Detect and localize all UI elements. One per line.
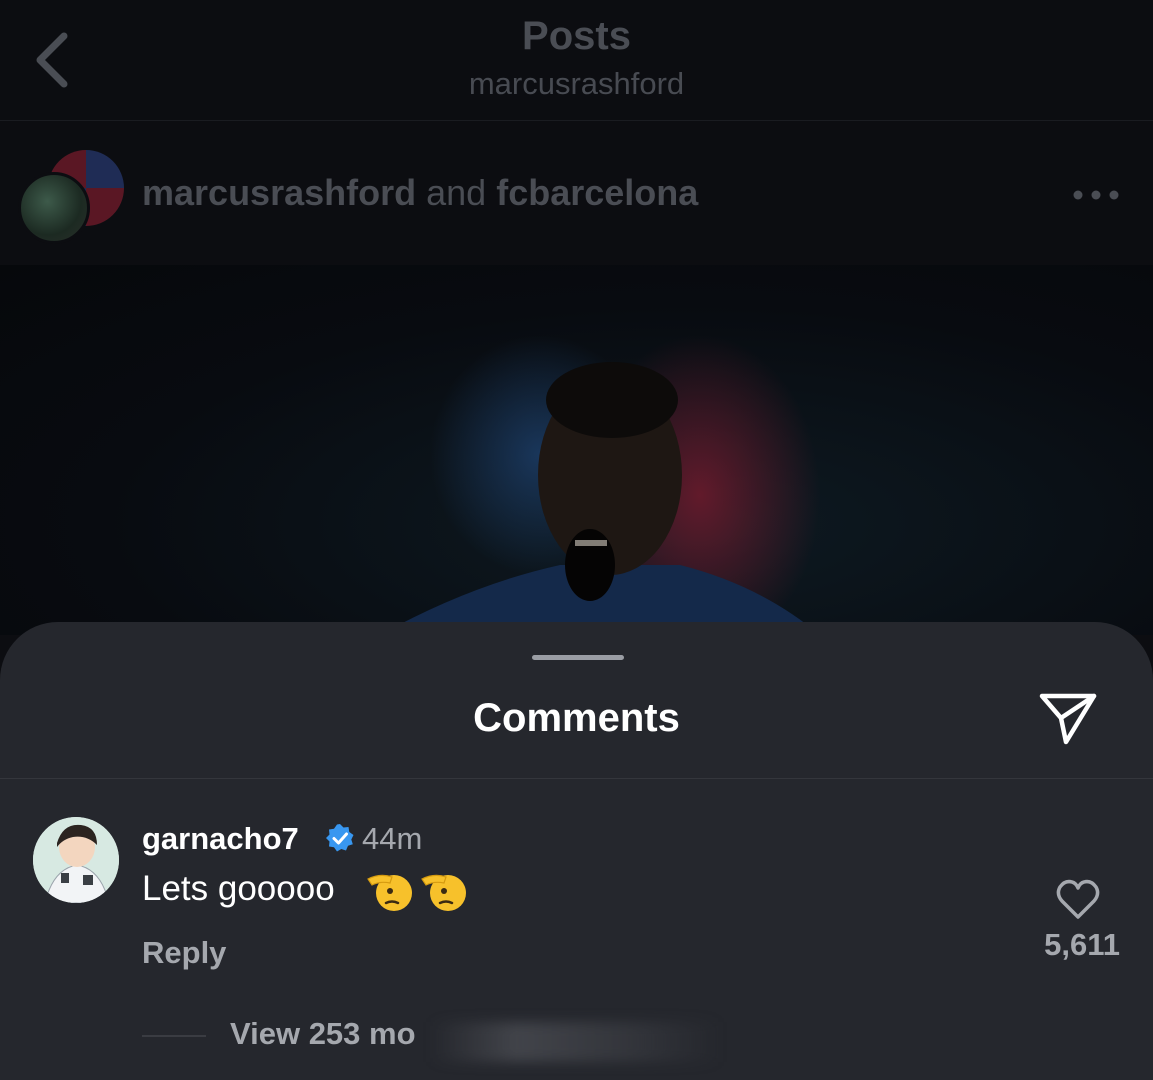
comments-title: Comments [473, 696, 680, 740]
comment-timestamp: 44m [362, 821, 423, 856]
replies-connector-line [142, 1035, 206, 1037]
page-subtitle: marcusrashford [468, 66, 685, 101]
post-author-line: marcusrashford and fcbarcelona [142, 172, 698, 214]
comments-sheet: Comments garnacho7 44m Lets gooooo Reply… [0, 622, 1153, 1080]
post-image[interactable] [0, 265, 1153, 635]
blurred-overlay [430, 1022, 720, 1062]
avatar-illustration [33, 817, 119, 903]
heart-outline-icon [1056, 879, 1100, 919]
more-horizontal-icon [1073, 190, 1119, 200]
comment-text: Lets gooooo [142, 869, 335, 908]
player-photo [380, 335, 820, 635]
commenter-avatar[interactable] [33, 817, 119, 903]
top-navigation-bar: Posts marcusrashford [0, 0, 1153, 121]
verified-badge-icon [325, 823, 355, 853]
marcusrashford-avatar [18, 172, 90, 244]
comment-item: garnacho7 44m Lets gooooo Reply 5,611 [0, 807, 1153, 970]
page-title: Posts [522, 14, 631, 58]
collaborator-username[interactable]: fcbarcelona [496, 172, 698, 213]
commenter-username[interactable]: garnacho7 [142, 821, 299, 857]
like-count: 5,611 [1044, 927, 1120, 962]
collab-avatars[interactable] [18, 150, 124, 244]
post-header: marcusrashford and fcbarcelona [0, 140, 1153, 250]
share-button[interactable] [1036, 688, 1100, 748]
author-username[interactable]: marcusrashford [142, 172, 416, 213]
reply-button[interactable]: Reply [142, 935, 226, 971]
saluting-face-emoji [366, 867, 414, 915]
post-options-button[interactable] [1068, 185, 1124, 205]
sheet-divider [0, 778, 1153, 779]
saluting-face-emoji [420, 867, 468, 915]
author-connector: and [426, 172, 487, 213]
sheet-grabber[interactable] [532, 655, 624, 660]
view-more-replies-button[interactable]: View 253 mo [230, 1016, 416, 1052]
paper-plane-icon [1039, 693, 1097, 745]
like-button[interactable] [1054, 877, 1102, 921]
